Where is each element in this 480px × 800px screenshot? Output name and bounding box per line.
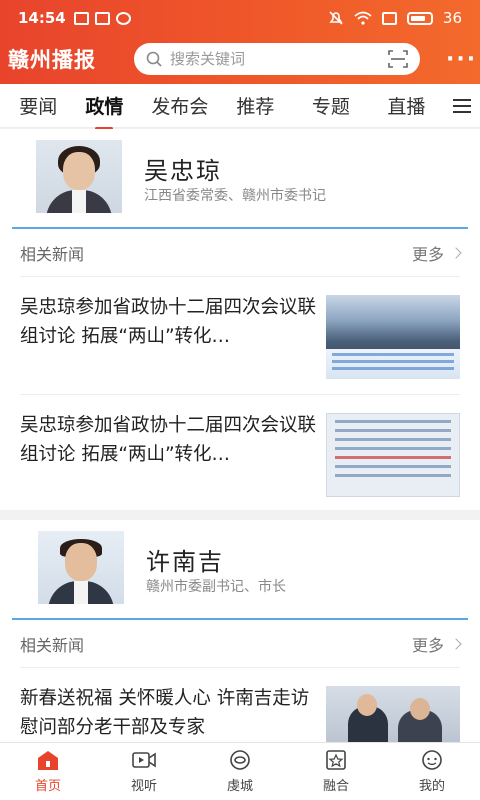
news-item[interactable]: 吴忠琼参加省政协十二届四次会议联组讨论 拓展“两山”转化… [20,395,460,513]
official-profile[interactable]: 吴忠琼 江西省委常委、赣州市委书记 [0,129,480,227]
battery-icon [406,11,433,25]
related-news-label: 相关新闻 [20,244,85,264]
news-title: 新春送祝福 关怀暖人心 许南吉走访慰问部分老干部及专家 [20,688,310,738]
chevron-right-icon [450,637,462,650]
news-title: 吴忠琼参加省政协十二届四次会议联组讨论 拓展“两山”转化… [20,297,317,347]
photo-shirt [74,581,88,604]
thumbnail-banner [326,349,460,379]
nav-qiancheng[interactable]: 虔城 [192,743,288,800]
status-time: 14:54 [18,9,66,27]
tab-tuijian[interactable]: 推荐 [218,92,294,119]
tab-fabuhui[interactable]: 发布会 [142,92,218,119]
official-name: 许南吉 [146,548,224,576]
nav-label: 首页 [34,779,61,794]
official-title: 赣州市委副书记、市长 [146,579,286,595]
news-thumbnail [326,295,460,379]
menu-line [453,104,472,107]
nav-mine[interactable]: 我的 [384,743,480,800]
official-card: 吴忠琼 江西省委常委、赣州市委书记 相关新闻 更多 吴忠琼参加省政协十二届四次会… [0,129,480,510]
menu-line [453,110,472,113]
menu-line [453,98,472,101]
tab-yaowen[interactable]: 要闻 [0,92,67,119]
photo-shirt [72,190,86,213]
official-title: 江西省委常委、赣州市委书记 [144,188,326,204]
official-photo [38,531,124,604]
app-header: 14:54 36 赣州播报 ··· [0,0,480,84]
search-input[interactable] [170,50,388,68]
top-bar: 赣州播报 ··· [0,40,480,78]
tab-zhuanti[interactable]: 专题 [293,92,369,119]
nav-label: 我的 [418,779,445,794]
tab-zhengqing[interactable]: 政情 [67,92,143,130]
news-thumbnail [326,413,460,497]
news-thumbnail [326,686,460,742]
video-icon [132,752,156,768]
chevron-right-icon [450,246,462,259]
nav-home[interactable]: 首页 [0,743,96,800]
more-label: 更多 [411,244,444,264]
official-card: 许南吉 赣州市委副书记、市长 相关新闻 更多 新春送祝福 关怀暖人心 许南吉走访… [0,520,480,742]
star-badge-icon [326,750,346,770]
mail-notification-icon [94,11,110,25]
bottom-nav: 首页 视听 虔城 融合 我的 [0,742,480,800]
search-box[interactable] [134,43,420,75]
official-photo [36,140,122,213]
upload-notification-icon [73,11,89,25]
more-options-button[interactable]: ··· [446,47,477,72]
related-news-label: 相关新闻 [20,635,85,655]
search-icon [146,51,162,67]
nav-label: 虔城 [226,779,253,794]
nav-label: 融合 [322,779,349,794]
chat-face-icon [422,750,442,770]
status-bar: 14:54 36 [0,0,480,36]
photo-face [65,543,97,581]
nav-ronghe[interactable]: 融合 [288,743,384,800]
official-name: 吴忠琼 [144,157,222,185]
more-label: 更多 [411,635,444,655]
battery-level: 36 [442,9,462,27]
news-title: 吴忠琼参加省政协十二届四次会议联组讨论 拓展“两山”转化… [20,415,317,465]
mute-icon [329,11,343,25]
tab-menu-button[interactable] [444,98,480,113]
more-link[interactable]: 更多 [411,241,462,265]
photo-face [63,152,95,190]
app-logo: 赣州播报 [8,47,96,72]
thumbnail-head [357,694,377,716]
status-right: 36 [328,9,462,27]
screen-icon [381,11,397,25]
home-icon [38,751,58,770]
more-link[interactable]: 更多 [411,632,462,656]
category-tabs: 要闻 政情 发布会 推荐 专题 直播 [0,84,480,130]
related-news-header: 相关新闻 更多 [20,620,462,668]
nav-label: 视听 [130,779,157,794]
news-item[interactable]: 吴忠琼参加省政协十二届四次会议联组讨论 拓展“两山”转化… [20,277,460,395]
official-profile[interactable]: 许南吉 赣州市委副书记、市长 [0,520,480,618]
related-news-header: 相关新闻 更多 [20,229,462,277]
check-notification-icon [115,11,131,25]
nav-video[interactable]: 视听 [96,743,192,800]
tab-zhibo[interactable]: 直播 [369,92,445,119]
wifi-icon [354,11,372,25]
eye-icon [230,750,250,770]
thumbnail-head [410,698,430,720]
scan-icon[interactable] [388,50,408,68]
news-item[interactable]: 新春送祝福 关怀暖人心 许南吉走访慰问部分老干部及专家 [20,668,460,742]
